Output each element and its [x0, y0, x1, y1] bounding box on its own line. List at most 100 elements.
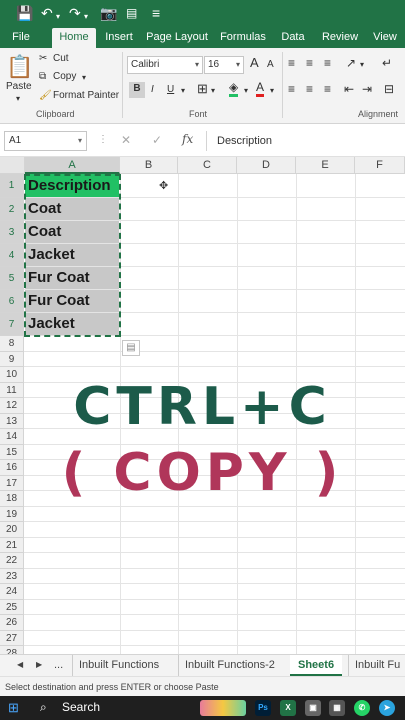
redo-icon[interactable]: ↷	[69, 5, 81, 21]
row-header[interactable]: 22	[0, 553, 24, 569]
column-header-f[interactable]: F	[355, 157, 405, 174]
whatsapp-icon[interactable]: ✆	[354, 700, 370, 716]
copy-icon[interactable]: ⧉	[39, 70, 46, 84]
tab-file[interactable]: File	[4, 28, 38, 48]
row-header[interactable]: 23	[0, 568, 24, 584]
name-box[interactable]: A1 ▾	[4, 131, 87, 151]
orientation-icon[interactable]: ↗	[346, 56, 356, 70]
format-painter-button[interactable]: Format Painter	[53, 89, 119, 103]
cut-icon[interactable]: ✂	[39, 52, 47, 66]
undo-icon[interactable]: ↶	[41, 5, 53, 21]
sheet-tab-sheet6[interactable]: Sheet6	[290, 655, 343, 676]
insert-function-button[interactable]: fx	[182, 132, 193, 146]
row-header[interactable]: 1	[0, 174, 24, 198]
chevron-down-icon[interactable]: ▾	[360, 58, 364, 72]
format-painter-icon[interactable]: 🖌	[39, 89, 52, 103]
borders-icon[interactable]: ⊞	[197, 82, 208, 96]
column-header-a[interactable]: A	[25, 157, 120, 174]
font-size-select[interactable]: 16 ▾	[204, 56, 244, 74]
tab-formulas[interactable]: Formulas	[216, 28, 270, 48]
column-header-b[interactable]: B	[120, 157, 178, 174]
paste-options-icon[interactable]: ▤	[122, 340, 140, 356]
italic-button[interactable]: I	[151, 83, 154, 97]
font-name-select[interactable]: Calibri ▾	[127, 56, 203, 74]
increase-indent-icon[interactable]: ⇥	[362, 82, 372, 96]
row-header[interactable]: 27	[0, 630, 24, 646]
wrap-text-icon[interactable]: ↵	[382, 56, 392, 70]
save-icon[interactable]: 💾	[16, 5, 33, 21]
align-middle-icon[interactable]: ≡	[306, 56, 313, 70]
chevron-down-icon[interactable]: ▾	[270, 84, 274, 98]
taskbar-search-box[interactable]: Search	[62, 700, 100, 714]
row-header[interactable]: 21	[0, 537, 24, 553]
enter-icon[interactable]: ✓	[152, 133, 162, 147]
app-icon[interactable]: ▣	[305, 700, 321, 716]
sheet-tab-inbuilt-functions[interactable]: Inbuilt Functions	[72, 655, 165, 676]
font-color-icon[interactable]: A	[256, 81, 265, 97]
tab-insert[interactable]: Insert	[100, 28, 138, 48]
copy-button[interactable]: Copy	[53, 70, 76, 84]
shrink-font-button[interactable]: A	[267, 58, 274, 72]
telegram-icon[interactable]: ➤	[379, 700, 395, 716]
formula-input[interactable]: Description	[206, 131, 405, 151]
search-icon[interactable]: ⌕	[40, 700, 47, 715]
column-header-e[interactable]: E	[296, 157, 355, 174]
scroll-right-icon[interactable]: ▶	[36, 655, 42, 676]
select-all-corner[interactable]	[0, 157, 25, 174]
tab-home[interactable]: Home	[52, 28, 96, 48]
merge-center-icon[interactable]: ⊟	[384, 82, 394, 96]
column-header-c[interactable]: C	[178, 157, 237, 174]
redo-dropdown-icon[interactable]: ▾	[84, 9, 88, 25]
align-right-icon[interactable]: ≡	[324, 82, 331, 96]
tab-view[interactable]: View	[368, 28, 402, 48]
undo-dropdown-icon[interactable]: ▾	[56, 9, 60, 25]
customize-icon[interactable]: ≡	[152, 5, 160, 21]
tab-data[interactable]: Data	[276, 28, 310, 48]
align-bottom-icon[interactable]: ≡	[324, 56, 331, 70]
underline-button[interactable]: U	[167, 83, 174, 97]
chevron-down-icon[interactable]: ▾	[211, 84, 215, 98]
chevron-down-icon[interactable]: ▾	[181, 84, 185, 98]
align-center-icon[interactable]: ≡	[306, 82, 313, 96]
fill-color-icon[interactable]: ◈	[229, 81, 239, 97]
sheet-tab-inbuilt-fu[interactable]: Inbuilt Fu	[348, 655, 405, 676]
more-sheets-button[interactable]: ...	[54, 655, 63, 676]
form-icon[interactable]: ▤	[126, 5, 137, 21]
row-header[interactable]: 28	[0, 646, 24, 654]
row-header[interactable]: 9	[0, 351, 24, 367]
row-header[interactable]: 26	[0, 615, 24, 631]
bold-button[interactable]: B	[129, 82, 145, 98]
row-header[interactable]: 2	[0, 198, 24, 221]
column-header-d[interactable]: D	[237, 157, 296, 174]
tab-page-layout[interactable]: Page Layout	[144, 28, 210, 48]
grow-font-button[interactable]: A	[250, 56, 259, 70]
cancel-icon[interactable]: ✕	[121, 133, 131, 147]
paste-dropdown-icon[interactable]: ▾	[16, 92, 20, 106]
row-header[interactable]: 5	[0, 267, 24, 290]
row-header[interactable]: 7	[0, 313, 24, 336]
row-header[interactable]: 8	[0, 336, 24, 352]
align-top-icon[interactable]: ≡	[288, 56, 295, 70]
sheet-tab-inbuilt-functions-2[interactable]: Inbuilt Functions-2	[178, 655, 281, 676]
excel-icon[interactable]: X	[280, 700, 296, 716]
widget-icon[interactable]	[200, 700, 246, 716]
row-header[interactable]: 20	[0, 522, 24, 538]
windows-icon[interactable]: ⊞	[8, 700, 19, 716]
row-header[interactable]: 24	[0, 584, 24, 600]
row-header[interactable]: 19	[0, 506, 24, 522]
row-header[interactable]: 6	[0, 290, 24, 313]
tab-review[interactable]: Review	[318, 28, 362, 48]
scroll-left-icon[interactable]: ◀	[17, 655, 23, 676]
photoshop-icon[interactable]: Ps	[255, 700, 271, 716]
app-icon[interactable]: ▦	[329, 700, 345, 716]
clipboard-icon[interactable]: 📋	[6, 52, 34, 82]
row-header[interactable]: 3	[0, 221, 24, 244]
align-left-icon[interactable]: ≡	[288, 82, 295, 96]
camera-icon[interactable]: 📷	[100, 5, 117, 21]
chevron-down-icon[interactable]: ▾	[244, 84, 248, 98]
row-header[interactable]: 25	[0, 599, 24, 615]
decrease-indent-icon[interactable]: ⇤	[344, 82, 354, 96]
cut-button[interactable]: Cut	[53, 52, 69, 66]
row-header[interactable]: 4	[0, 244, 24, 267]
copy-dropdown-icon[interactable]: ▾	[82, 71, 86, 85]
